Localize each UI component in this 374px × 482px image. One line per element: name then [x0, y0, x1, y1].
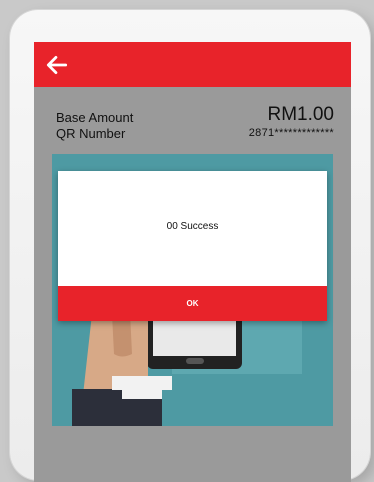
dialog-message: 00 Success: [166, 220, 219, 232]
transaction-details: Base Amount RM1.00 QR Number 2871*******…: [56, 104, 334, 142]
qr-number-value: 2871*************: [248, 127, 334, 139]
arrow-left-icon[interactable]: [44, 52, 70, 78]
header-bar: [34, 42, 351, 87]
base-amount-value: RM1.00: [267, 104, 334, 125]
success-dialog: 00 Success OK: [58, 171, 327, 321]
qr-number-row: QR Number 2871*************: [56, 126, 334, 142]
base-amount-label: Base Amount: [56, 110, 134, 125]
phone-frame: Base Amount RM1.00 QR Number 2871*******…: [10, 10, 370, 482]
ok-button[interactable]: OK: [58, 286, 327, 321]
bottom-panel: [34, 426, 351, 482]
qr-number-label: QR Number: [56, 126, 126, 141]
base-amount-row: Base Amount RM1.00: [56, 104, 334, 126]
app-screen: Base Amount RM1.00 QR Number 2871*******…: [34, 42, 351, 482]
